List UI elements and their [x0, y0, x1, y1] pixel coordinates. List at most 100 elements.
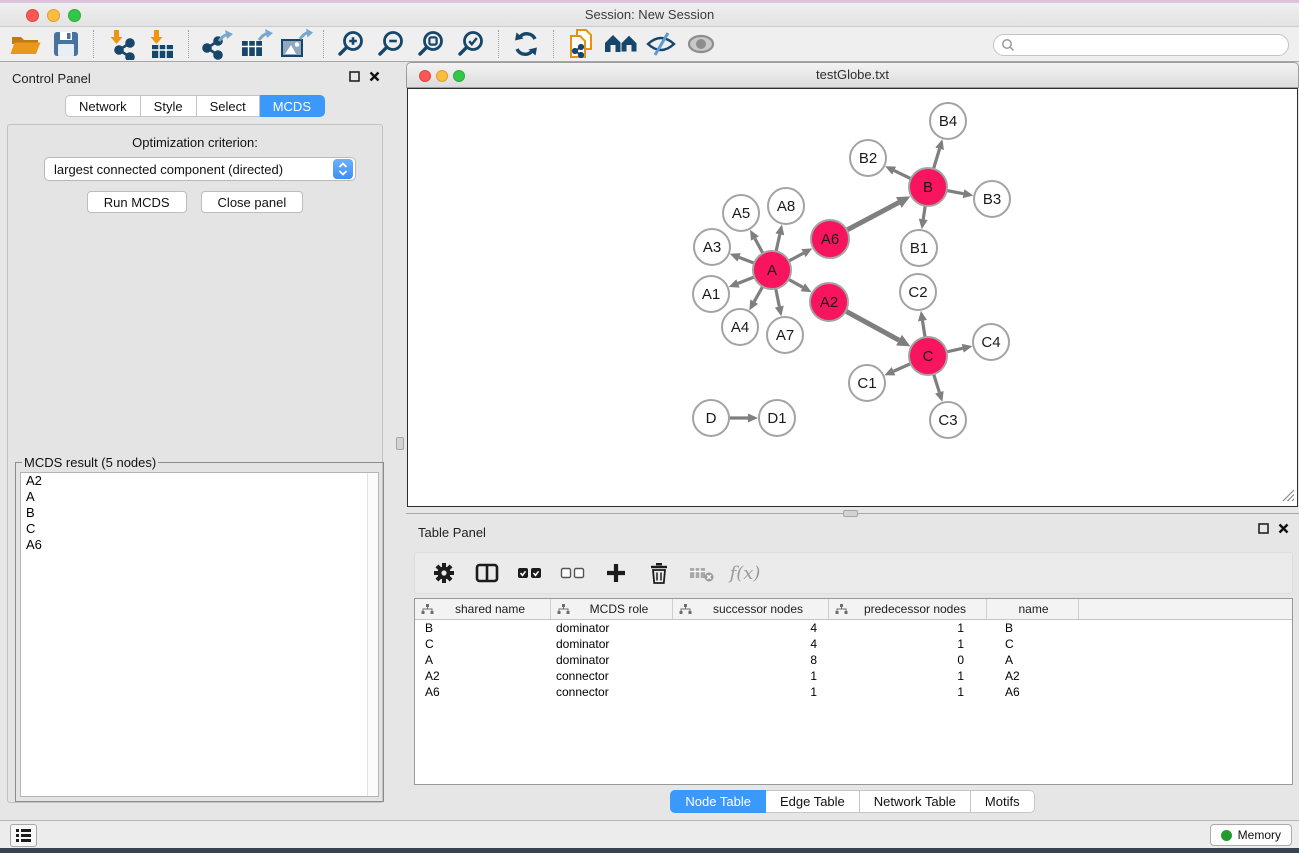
- optimization-criterion-dropdown[interactable]: largest connected component (directed): [44, 157, 356, 181]
- graph-node-D[interactable]: D: [693, 400, 729, 436]
- select-all-columns-button[interactable]: [517, 560, 543, 586]
- graph-node-B[interactable]: B: [909, 168, 947, 206]
- table-row[interactable]: Cdominator41C: [415, 636, 1292, 652]
- tab-network[interactable]: Network: [65, 95, 141, 117]
- import-table-button[interactable]: [141, 28, 181, 60]
- create-column-button[interactable]: [603, 560, 629, 586]
- function-builder-button[interactable]: f(x): [732, 560, 758, 586]
- delete-columns-button[interactable]: [646, 560, 672, 586]
- table-cell[interactable]: B: [987, 621, 1079, 635]
- table-cell[interactable]: C: [987, 637, 1079, 651]
- mcds-result-list[interactable]: A2ABCA6: [20, 472, 379, 797]
- tab-network-table[interactable]: Network Table: [860, 790, 971, 813]
- tab-select[interactable]: Select: [197, 95, 260, 117]
- minimize-network-button[interactable]: [436, 70, 448, 82]
- table-cell[interactable]: 1: [673, 669, 829, 683]
- graph-node-B3[interactable]: B3: [974, 181, 1010, 217]
- table-cell[interactable]: A: [987, 653, 1079, 667]
- export-image-button[interactable]: [276, 28, 316, 60]
- export-network-button[interactable]: [196, 28, 236, 60]
- network-window-titlebar[interactable]: testGlobe.txt: [406, 62, 1299, 88]
- close-panel-icon[interactable]: [1278, 523, 1289, 534]
- scrollbar-track[interactable]: [367, 473, 378, 796]
- table-cell[interactable]: A6: [987, 685, 1079, 699]
- graph-node-A6[interactable]: A6: [811, 220, 849, 258]
- zoom-network-button[interactable]: [453, 70, 465, 82]
- mcds-result-item[interactable]: A2: [21, 473, 378, 489]
- table-row[interactable]: Adominator80A: [415, 652, 1292, 668]
- graph-node-A3[interactable]: A3: [694, 229, 730, 265]
- table-row[interactable]: Bdominator41B: [415, 620, 1292, 636]
- table-cell[interactable]: connector: [551, 685, 673, 699]
- delete-table-button[interactable]: [689, 560, 715, 586]
- graph-node-B2[interactable]: B2: [850, 140, 886, 176]
- graph-node-C3[interactable]: C3: [930, 402, 966, 438]
- table-cell[interactable]: dominator: [551, 621, 673, 635]
- table-cell[interactable]: 0: [829, 653, 987, 667]
- graph-node-A1[interactable]: A1: [693, 276, 729, 312]
- table-cell[interactable]: connector: [551, 669, 673, 683]
- graph-node-A2[interactable]: A2: [810, 283, 848, 321]
- table-cell[interactable]: 4: [673, 621, 829, 635]
- graph-node-A8[interactable]: A8: [768, 188, 804, 224]
- zoom-window-button[interactable]: [68, 9, 81, 22]
- apply-layout-button[interactable]: [506, 28, 546, 60]
- table-cell[interactable]: A: [415, 653, 551, 667]
- resize-grip-icon[interactable]: [1282, 489, 1295, 502]
- show-columns-button[interactable]: [474, 560, 500, 586]
- memory-button[interactable]: Memory: [1210, 824, 1292, 846]
- mcds-result-item[interactable]: B: [21, 505, 378, 521]
- column-header-MCDS-role[interactable]: MCDS role: [551, 599, 673, 619]
- search-box[interactable]: [993, 34, 1289, 56]
- graph-node-A[interactable]: A: [753, 251, 791, 289]
- table-cell[interactable]: 1: [829, 669, 987, 683]
- run-mcds-button[interactable]: Run MCDS: [87, 191, 187, 213]
- close-panel-icon[interactable]: [369, 71, 380, 82]
- vertical-splitter-handle[interactable]: [396, 437, 404, 450]
- table-cell[interactable]: dominator: [551, 637, 673, 651]
- table-cell[interactable]: 1: [673, 685, 829, 699]
- graph-node-A5[interactable]: A5: [723, 195, 759, 231]
- graph-node-A4[interactable]: A4: [722, 309, 758, 345]
- column-header-name[interactable]: name: [987, 599, 1079, 619]
- table-cell[interactable]: A2: [415, 669, 551, 683]
- graph-node-C2[interactable]: C2: [900, 274, 936, 310]
- birds-eye-view-button[interactable]: [681, 28, 721, 60]
- table-cell[interactable]: A2: [987, 669, 1079, 683]
- zoom-in-button[interactable]: [331, 28, 371, 60]
- close-panel-button[interactable]: Close panel: [201, 191, 304, 213]
- graph-node-B1[interactable]: B1: [901, 230, 937, 266]
- tab-style[interactable]: Style: [141, 95, 197, 117]
- mcds-result-item[interactable]: A6: [21, 537, 378, 553]
- graph-node-C1[interactable]: C1: [849, 365, 885, 401]
- graphics-details-button[interactable]: [641, 28, 681, 60]
- column-header-successor-nodes[interactable]: successor nodes: [673, 599, 829, 619]
- tab-mcds[interactable]: MCDS: [260, 95, 325, 117]
- open-session-button[interactable]: [6, 28, 46, 60]
- graph-node-C4[interactable]: C4: [973, 324, 1009, 360]
- table-cell[interactable]: B: [415, 621, 551, 635]
- graph-node-C[interactable]: C: [909, 337, 947, 375]
- network-from-selection-button[interactable]: [561, 28, 601, 60]
- mcds-result-item[interactable]: C: [21, 521, 378, 537]
- graph-node-A7[interactable]: A7: [767, 317, 803, 353]
- table-mode-button[interactable]: [431, 560, 457, 586]
- network-canvas[interactable]: A A1 A2 A3 A4 A5 A6 A7 A8 B B1 B2 B3 B4 C C1 C2 C3 C4 D D1: [407, 88, 1298, 507]
- tab-node-table[interactable]: Node Table: [670, 790, 766, 813]
- table-cell[interactable]: 1: [829, 621, 987, 635]
- column-header-shared-name[interactable]: shared name: [415, 599, 551, 619]
- minimize-window-button[interactable]: [47, 9, 60, 22]
- tab-edge-table[interactable]: Edge Table: [766, 790, 860, 813]
- table-cell[interactable]: 8: [673, 653, 829, 667]
- close-network-button[interactable]: [419, 70, 431, 82]
- table-cell[interactable]: 1: [829, 637, 987, 651]
- graph-node-D1[interactable]: D1: [759, 400, 795, 436]
- houses-button[interactable]: [601, 28, 641, 60]
- table-cell[interactable]: 1: [829, 685, 987, 699]
- zoom-out-button[interactable]: [371, 28, 411, 60]
- graph-node-B4[interactable]: B4: [930, 103, 966, 139]
- zoom-fit-button[interactable]: [411, 28, 451, 60]
- float-panel-icon[interactable]: [349, 71, 360, 82]
- task-history-button[interactable]: [10, 824, 37, 847]
- column-header-predecessor-nodes[interactable]: predecessor nodes: [829, 599, 987, 619]
